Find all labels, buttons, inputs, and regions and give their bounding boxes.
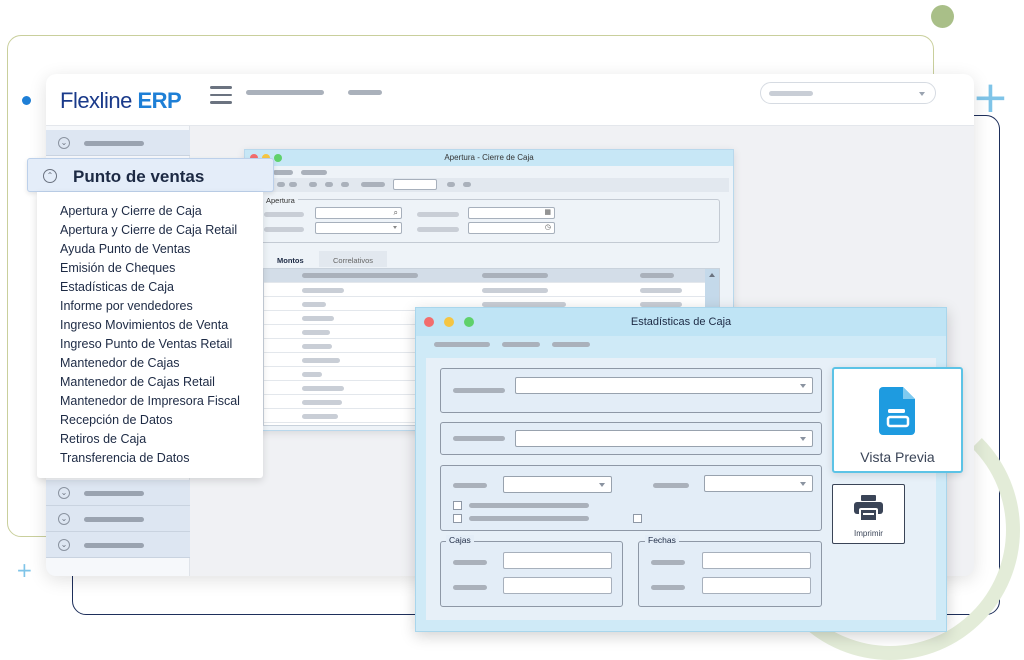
vista-previa-label: Vista Previa — [860, 449, 935, 465]
chevron-down-icon — [800, 437, 806, 441]
chevron-down-icon — [800, 482, 806, 486]
menu-item-apertura-cierre-caja[interactable]: Apertura y Cierre de Caja — [60, 204, 202, 218]
chevron-down-circle-icon: ⌄ — [58, 487, 70, 499]
chevron-down-icon — [919, 92, 925, 96]
menu-item-mantenedor-cajas-retail[interactable]: Mantenedor de Cajas Retail — [60, 375, 215, 389]
window-title: Estadísticas de Caja — [630, 316, 732, 328]
filter-select[interactable] — [515, 430, 813, 447]
chevron-down-circle-icon: ⌄ — [58, 539, 70, 551]
grid-header — [264, 269, 707, 283]
chevron-down-circle-icon: ⌄ — [58, 513, 70, 525]
menu-item-recepcion-datos[interactable]: Recepción de Datos — [60, 413, 173, 427]
clock-icon: ◷ — [544, 224, 551, 231]
fecha-to-input[interactable] — [702, 577, 811, 594]
tab-montos[interactable]: Montos — [277, 256, 304, 265]
chevron-up-icon — [709, 273, 715, 277]
cajas-to-input[interactable] — [503, 577, 612, 594]
nav-placeholder[interactable] — [246, 90, 324, 95]
option-select[interactable] — [503, 476, 612, 493]
menu-item-estadisticas-caja[interactable]: Estadísticas de Caja — [60, 280, 174, 294]
logo-accent: ERP — [137, 88, 182, 113]
options-panel — [440, 465, 822, 531]
imprimir-label: Imprimir — [854, 529, 883, 538]
checkbox[interactable] — [633, 514, 642, 523]
date-input[interactable]: ▦ — [468, 207, 555, 219]
table-row[interactable] — [264, 283, 707, 297]
menu-item-informe-vendedores[interactable]: Informe por vendedores — [60, 299, 193, 313]
menu-item-retiros-caja[interactable]: Retiros de Caja — [60, 432, 146, 446]
window-titlebar: Estadísticas de Caja — [416, 308, 946, 336]
fechas-legend: Fechas — [645, 535, 679, 545]
checkbox[interactable] — [453, 514, 462, 523]
option-select[interactable] — [704, 475, 813, 492]
chevron-down-icon — [393, 226, 397, 229]
app-header: Flexline ERP — [46, 74, 974, 126]
menu-placeholder[interactable] — [552, 342, 590, 347]
fechas-group — [638, 541, 822, 607]
menu-item-transferencia-datos[interactable]: Transferencia de Datos — [60, 451, 189, 465]
menu-item-mantenedor-impresora-fiscal[interactable]: Mantenedor de Impresora Fiscal — [60, 394, 240, 408]
menu-item-ingreso-punto-ventas-retail[interactable]: Ingreso Punto de Ventas Retail — [60, 337, 232, 351]
printer-icon — [854, 495, 883, 521]
apertura-group: ⌕ ▦ ◷ — [259, 199, 720, 243]
chevron-down-icon — [599, 483, 605, 487]
select-input[interactable] — [315, 222, 402, 234]
menu-body: Apertura y Cierre de Caja Apertura y Cie… — [37, 192, 263, 478]
filter-panel — [440, 368, 822, 413]
imprimir-button[interactable]: Imprimir — [832, 484, 905, 544]
decorative-dot — [931, 5, 954, 28]
sidebar-item[interactable]: ⌄ — [46, 480, 190, 506]
menu-item-emision-cheques[interactable]: Emisión de Cheques — [60, 261, 175, 275]
menu-header[interactable]: ⌃ Punto de ventas — [27, 158, 274, 192]
filter-panel — [440, 422, 822, 455]
decorative-dot — [22, 96, 31, 105]
sidebar-item[interactable]: ⌄ — [46, 532, 190, 558]
decorative-plus-icon: + — [972, 72, 1009, 123]
fecha-from-input[interactable] — [702, 552, 811, 569]
time-input[interactable]: ◷ — [468, 222, 555, 234]
document-icon — [879, 387, 915, 435]
menu-item-apertura-cierre-caja-retail[interactable]: Apertura y Cierre de Caja Retail — [60, 223, 237, 237]
menu-item-ayuda-punto-ventas[interactable]: Ayuda Punto de Ventas — [60, 242, 190, 256]
chevron-down-icon — [800, 384, 806, 388]
menu-item-mantenedor-cajas[interactable]: Mantenedor de Cajas — [60, 356, 180, 370]
menu-placeholder[interactable] — [502, 342, 540, 347]
cajas-legend: Cajas — [446, 535, 474, 545]
logo-text: Flexline — [60, 88, 132, 113]
tab-correlativos[interactable]: Correlativos — [333, 256, 373, 265]
logo: Flexline ERP — [60, 88, 182, 114]
decorative-plus-icon: + — [16, 558, 33, 582]
vista-previa-button[interactable]: Vista Previa — [832, 367, 963, 473]
top-select[interactable] — [760, 82, 936, 104]
checkbox[interactable] — [453, 501, 462, 510]
chevron-down-circle-icon: ⌄ — [58, 137, 70, 149]
calendar-icon: ▦ — [544, 209, 551, 216]
sidebar-item[interactable]: ⌄ — [46, 506, 190, 532]
menu-title: Punto de ventas — [73, 167, 205, 186]
window-title: Apertura - Cierre de Caja — [444, 153, 534, 162]
menu-placeholder[interactable] — [434, 342, 490, 347]
menu-item-ingreso-movimientos-venta[interactable]: Ingreso Movimientos de Venta — [60, 318, 228, 332]
menu-icon[interactable] — [210, 86, 232, 104]
chevron-up-circle-icon: ⌃ — [43, 169, 57, 183]
sidebar-item[interactable]: ⌄ — [46, 130, 190, 156]
cajas-group — [440, 541, 623, 607]
nav-placeholder[interactable] — [348, 90, 382, 95]
punto-de-ventas-menu: ⌃ Punto de ventas Apertura y Cierre de C… — [27, 158, 274, 478]
search-input[interactable]: ⌕ — [315, 207, 402, 219]
search-icon: ⌕ — [393, 208, 398, 217]
filter-select[interactable] — [515, 377, 813, 394]
window-titlebar: Apertura - Cierre de Caja — [245, 150, 733, 166]
cajas-from-input[interactable] — [503, 552, 612, 569]
toolbar — [259, 178, 729, 192]
